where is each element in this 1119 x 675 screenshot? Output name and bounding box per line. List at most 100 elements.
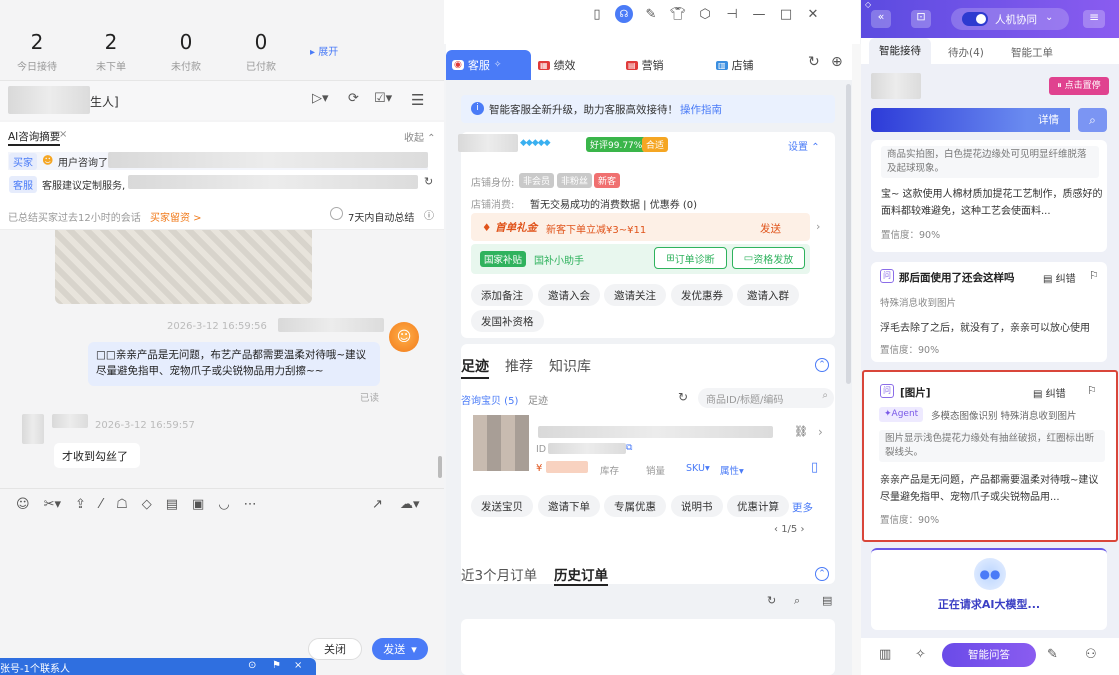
edit-icon[interactable]: ✎ <box>642 5 660 23</box>
pin-icon[interactable]: ⚑ <box>272 660 281 671</box>
menu-icon[interactable]: ≡ <box>1083 10 1105 28</box>
maximize-icon[interactable]: □ <box>777 5 795 23</box>
invite-follow-button[interactable]: 邀请关注 <box>604 284 666 306</box>
mobile-icon[interactable]: ▯ <box>811 460 818 475</box>
question-input[interactable] <box>871 108 1027 132</box>
search-icon[interactable]: ⌕ <box>1078 108 1107 132</box>
detail-button[interactable]: 详情 <box>1027 108 1070 132</box>
tab-recommend[interactable]: 推荐 <box>505 356 533 376</box>
link-icon[interactable]: ⛓ <box>794 425 808 438</box>
send-promo-button[interactable]: 发送 <box>760 221 781 236</box>
coupon-icon[interactable]: ◇ <box>142 497 152 512</box>
more-link[interactable]: 更多 <box>792 500 813 515</box>
refresh-icon[interactable]: ↻ <box>678 390 688 404</box>
next-icon[interactable]: › <box>797 524 804 535</box>
order-icon[interactable]: ▤ <box>166 497 178 512</box>
menu-icon[interactable]: ☰ <box>411 91 424 109</box>
smart-qa-button[interactable]: 智能问答 <box>942 643 1036 667</box>
refresh-icon[interactable]: ↻ <box>767 594 776 607</box>
agent-avatar[interactable]: ☺ <box>389 322 419 352</box>
checkbox-icon[interactable]: ☑▾ <box>374 91 392 106</box>
collapse-button[interactable]: 收起 ⌃ <box>404 129 436 144</box>
close-chat-button[interactable]: 关闭 <box>308 638 362 660</box>
collab-toggle[interactable] <box>962 12 988 26</box>
flag-icon[interactable]: ⚐ <box>1089 269 1099 282</box>
correct-button[interactable]: ▤ 纠错 <box>1033 385 1066 400</box>
suggestion-reply[interactable]: 亲亲产品是无问题，产品都需要温柔对待哦~建议尽量避免指甲、宠物爪子或尖锐物品用.… <box>880 472 1106 506</box>
invite-order-button[interactable]: 邀请下单 <box>538 495 600 517</box>
send-product-button[interactable]: 发送宝贝 <box>471 495 533 517</box>
tab-performance[interactable]: ▦ 绩效 <box>538 57 576 73</box>
search-icon[interactable]: ⌕ <box>794 594 800 608</box>
attr-link[interactable]: 属性▾ <box>720 463 744 477</box>
subsidy-qual-button[interactable]: 发国补资格 <box>471 310 544 332</box>
qualification-button[interactable]: ▭ 资格发放 <box>732 247 805 269</box>
close-icon[interactable]: × <box>59 129 67 140</box>
add-icon[interactable]: ⊕ <box>831 54 843 70</box>
refresh-icon[interactable]: ↻ <box>424 175 433 188</box>
leave-info-link[interactable]: 买家留资 > <box>150 209 202 224</box>
flag-icon[interactable]: ⚐ <box>1087 384 1097 397</box>
send-coupon-button[interactable]: 发优惠券 <box>671 284 733 306</box>
list-icon[interactable]: ▤ <box>822 594 832 607</box>
share-icon[interactable]: ↗ <box>372 497 383 512</box>
send-button[interactable]: 发送 ▾ <box>372 638 428 660</box>
search-icon[interactable]: ⌕ <box>822 390 828 401</box>
order-diagnosis-button[interactable]: ⊞ 订单诊断 <box>654 247 727 269</box>
book-icon[interactable]: ▥ <box>879 647 891 662</box>
refresh-icon[interactable]: ↻ <box>808 54 820 70</box>
suggestion-reply[interactable]: 浮毛去除了之后，就没有了，亲亲可以放心使用 <box>880 319 1090 334</box>
tab-recent-orders[interactable]: 近3个月订单 <box>461 564 537 584</box>
account-bar[interactable]: 张号-1个联系人 ⊙ ⚑ × <box>0 658 316 675</box>
correct-button[interactable]: ▤ 纠错 <box>1043 270 1076 285</box>
exclusive-offer-button[interactable]: 专属优惠 <box>604 495 666 517</box>
quick-reply-icon[interactable]: ☁▾ <box>400 497 420 512</box>
tab-footprint[interactable]: 足迹 <box>461 356 489 379</box>
consulted-items-tab[interactable]: 咨询宝贝 (5) <box>461 392 518 407</box>
collapse-icon[interactable]: ⌃ <box>815 358 829 372</box>
screenshot-icon[interactable]: ⊡ <box>911 10 931 28</box>
tab-shop[interactable]: ▥ 店铺 <box>716 57 754 73</box>
minimize-icon[interactable]: — <box>750 5 768 23</box>
copy-icon[interactable]: ⧉ <box>626 443 632 453</box>
sku-link[interactable]: SKU▾ <box>686 463 710 474</box>
settings-link[interactable]: 设置 ⌃ <box>788 138 820 153</box>
expand-link[interactable]: ▸ 展开 <box>310 43 338 58</box>
close-icon[interactable]: × <box>294 660 302 671</box>
add-note-button[interactable]: 添加备注 <box>471 284 533 306</box>
card-icon[interactable]: ▣ <box>192 497 204 512</box>
invite-group-button[interactable]: 邀请入群 <box>737 284 799 306</box>
more-icon[interactable]: ⋯ <box>244 497 257 512</box>
scrollbar[interactable] <box>846 84 851 384</box>
invite-member-button[interactable]: 邀请入会 <box>538 284 600 306</box>
chevron-right-icon[interactable]: › <box>816 220 820 233</box>
tab-smart-reception[interactable]: 智能接待 <box>869 38 931 64</box>
stat-paid[interactable]: 0 已付款 <box>226 30 296 73</box>
chevron-down-icon[interactable]: ⌄ <box>1045 12 1053 23</box>
back-icon[interactable]: « <box>871 10 891 28</box>
video-icon[interactable]: ▷▾ <box>312 91 329 106</box>
smile-icon[interactable]: ◡ <box>218 497 229 512</box>
robot-icon[interactable]: ☖ <box>116 497 128 512</box>
customer-avatar[interactable] <box>22 414 44 444</box>
edit-icon[interactable]: ✎ <box>1047 647 1058 662</box>
tab-service[interactable]: ◉ 客服 ✧ <box>446 50 531 80</box>
pause-button[interactable]: ⏸︎ 点击置停 <box>1049 77 1109 95</box>
tab-history-orders[interactable]: 历史订单 <box>554 564 608 586</box>
emoji-icon[interactable]: ☺ <box>16 497 30 512</box>
product-thumbnail[interactable] <box>473 415 529 471</box>
fabric-photo[interactable] <box>55 230 312 304</box>
auto-summary-toggle[interactable] <box>330 207 343 220</box>
tab-todo[interactable]: 待办(4) <box>948 45 984 60</box>
footprint-subtab[interactable]: 足迹 <box>528 392 548 407</box>
pin-icon[interactable]: ✧ <box>494 60 502 70</box>
support-icon[interactable]: ☊ <box>615 5 633 23</box>
close-icon[interactable]: ✕ <box>804 5 822 23</box>
user-settings-icon[interactable]: ⚇ <box>1085 647 1097 662</box>
shirt-icon[interactable]: 👕︎ <box>669 5 687 23</box>
scissors-icon[interactable]: ✂▾ <box>44 497 61 512</box>
tab-work-order[interactable]: 智能工单 <box>1011 45 1053 60</box>
suggestion-reply[interactable]: 宝~ 这款使用人棉材质加提花工艺制作，质感好的面料都较难避免，这种工艺会使面料.… <box>881 186 1103 220</box>
magic-icon[interactable]: ⁄ <box>100 497 102 512</box>
chevron-right-icon[interactable]: › <box>818 425 823 439</box>
